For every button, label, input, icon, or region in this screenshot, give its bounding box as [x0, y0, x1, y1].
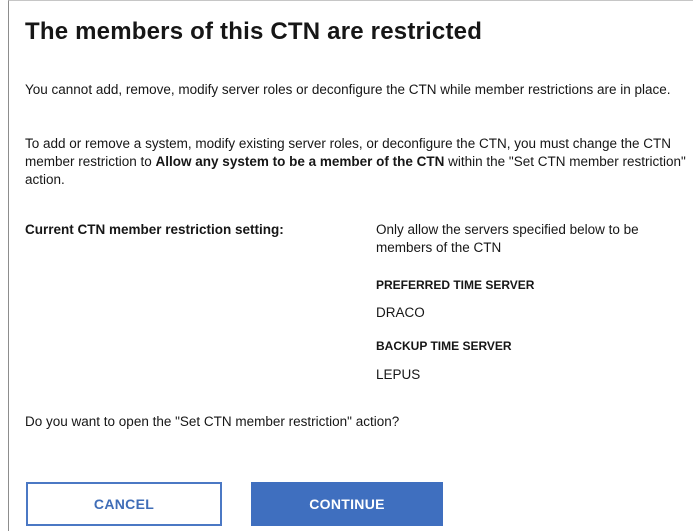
backup-time-server-heading: BACKUP TIME SERVER: [376, 339, 512, 353]
current-setting-label: Current CTN member restriction setting:: [25, 222, 284, 237]
change-instructions: To add or remove a system, modify existi…: [25, 135, 693, 189]
cancel-button[interactable]: CANCEL: [26, 482, 222, 526]
preferred-time-server-value: DRACO: [376, 305, 425, 320]
continue-button[interactable]: CONTINUE: [251, 482, 443, 526]
preferred-time-server-heading: PREFERRED TIME SERVER: [376, 278, 535, 292]
open-action-question: Do you want to open the "Set CTN member …: [25, 414, 400, 429]
current-setting-value: Only allow the servers specified below t…: [376, 222, 639, 255]
allow-any-system-emphasis: Allow any system to be a member of the C…: [155, 154, 445, 169]
restriction-explanation: You cannot add, remove, modify server ro…: [25, 82, 671, 97]
restriction-dialog: The members of this CTN are restricted Y…: [8, 0, 693, 531]
dialog-title: The members of this CTN are restricted: [25, 18, 483, 45]
backup-time-server-value: LEPUS: [376, 367, 421, 382]
